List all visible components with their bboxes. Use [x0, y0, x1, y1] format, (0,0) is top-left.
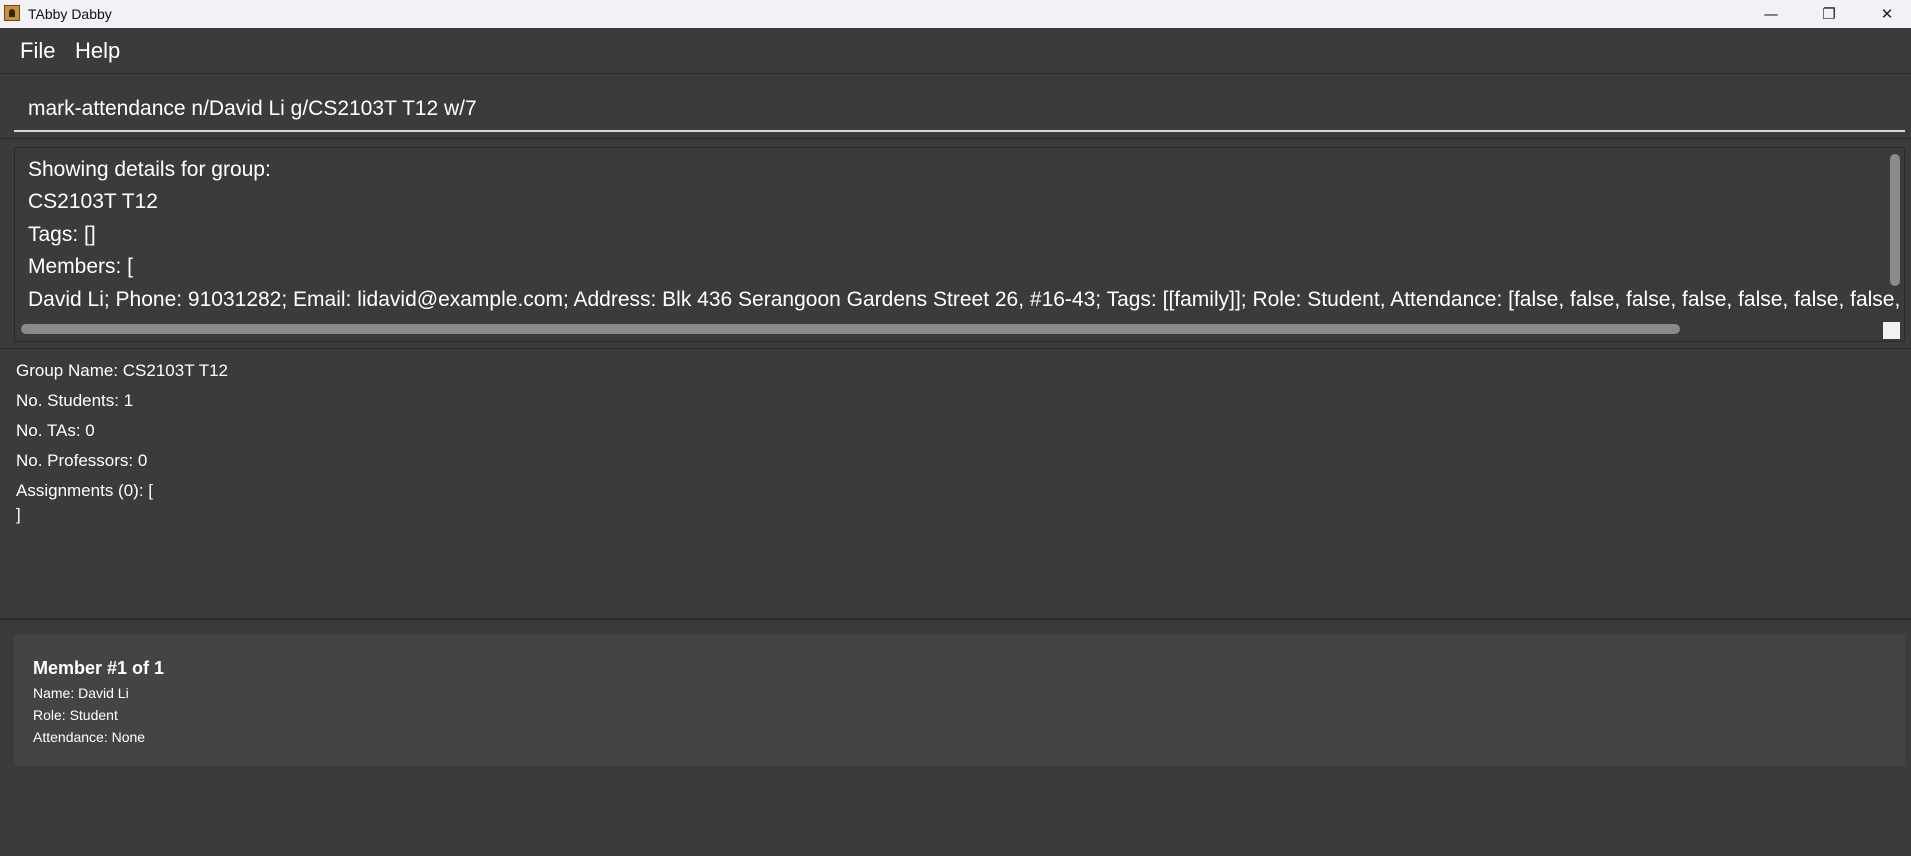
member-attendance: Attendance: None: [33, 729, 146, 745]
horizontal-scrollbar[interactable]: [21, 324, 1680, 334]
title-bar: TAbby Dabby — ❐ ✕: [0, 0, 1911, 28]
restore-icon: ❐: [1822, 5, 1836, 23]
member-role: Role: Student: [33, 707, 118, 723]
restore-button[interactable]: ❐: [1801, 0, 1857, 28]
menu-file[interactable]: File: [20, 38, 55, 64]
result-line: David Li; Phone: 91031282; Email: lidavi…: [28, 288, 1904, 311]
menu-bar: File Help: [0, 28, 1911, 73]
member-card-title: Member #1 of 1: [33, 658, 165, 678]
group-ta-count: No. TAs: 0: [16, 421, 95, 440]
close-icon: ✕: [1880, 5, 1894, 23]
group-name: Group Name: CS2103T T12: [16, 361, 228, 380]
command-box: [0, 73, 1911, 139]
close-button[interactable]: ✕: [1859, 0, 1911, 28]
result-line: Tags: []: [28, 223, 96, 246]
app-icon: [4, 5, 20, 21]
result-display[interactable]: Showing details for group: CS2103T T12 T…: [14, 147, 1905, 342]
group-assignments-close: ]: [16, 505, 21, 524]
vertical-scrollbar[interactable]: [1890, 154, 1900, 286]
group-professor-count: No. Professors: 0: [16, 451, 148, 470]
minimize-button[interactable]: —: [1743, 0, 1799, 28]
command-input[interactable]: [14, 88, 1905, 132]
member-card[interactable]: Member #1 of 1 Name: David Li Role: Stud…: [14, 635, 1905, 766]
group-details-panel: Group Name: CS2103T T12 No. Students: 1 …: [0, 348, 1911, 620]
window-title: TAbby Dabby: [28, 6, 112, 22]
scroll-corner: [1883, 322, 1900, 339]
member-name: Name: David Li: [33, 685, 129, 701]
result-line: Showing details for group:: [28, 158, 271, 181]
result-line: CS2103T T12: [28, 190, 158, 213]
result-line: Members: [: [28, 255, 134, 278]
menu-help[interactable]: Help: [75, 38, 120, 64]
group-student-count: No. Students: 1: [16, 391, 134, 410]
minimize-icon: —: [1763, 5, 1779, 23]
group-assignments: Assignments (0): [: [16, 481, 153, 500]
